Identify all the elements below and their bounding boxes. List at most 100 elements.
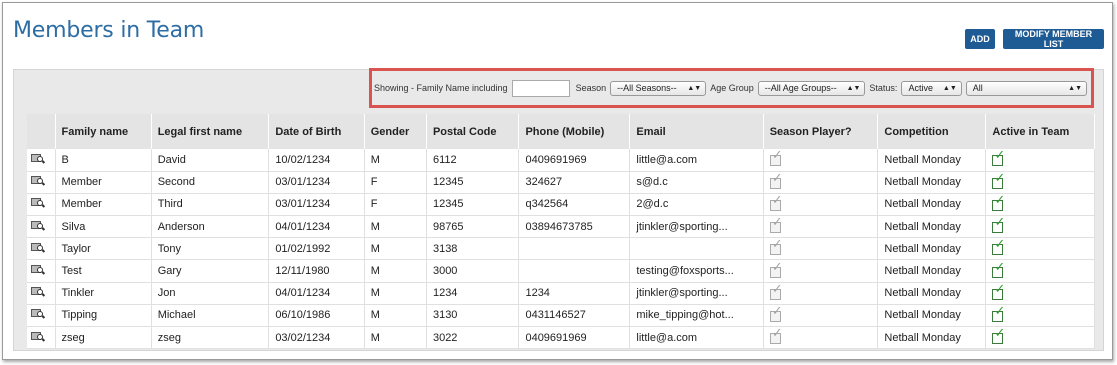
season-player-checkbox[interactable]: ✓ — [769, 216, 784, 234]
family-name-filter-label: Showing - Family Name including — [374, 83, 508, 93]
header-date-of-birth[interactable]: Date of Birth — [268, 114, 365, 149]
header-postal-code[interactable]: Postal Code — [426, 114, 520, 149]
season-player-checkbox[interactable]: ✓ — [769, 172, 784, 189]
cell-email: mike_tipping@hot... — [629, 304, 764, 328]
season-select[interactable]: --All Seasons-- ▲▼ — [610, 80, 707, 96]
cell-postal-code: 98765 — [426, 215, 520, 239]
family-name-input[interactable] — [511, 79, 570, 97]
season-player-checkbox[interactable]: ✓ — [769, 261, 784, 278]
header-season-player[interactable]: Season Player? — [763, 114, 879, 149]
season-select-value: --All Seasons-- — [617, 83, 677, 93]
cell-season-player: ✓ — [763, 326, 879, 350]
checkmark-icon: ✓ — [994, 149, 1006, 164]
select-arrows-icon: ▲▼ — [942, 84, 957, 92]
header-gender[interactable]: Gender — [364, 114, 427, 149]
season-player-checkbox[interactable]: ✓ — [769, 238, 784, 256]
header-view — [27, 114, 56, 149]
cell-email: jtinkler@sporting... — [629, 282, 764, 305]
active-in-team-checkbox[interactable]: ✓ — [992, 327, 1006, 345]
status-select[interactable]: Active ▲▼ — [901, 80, 962, 96]
members-panel: Showing - Family Name including Season -… — [13, 68, 1104, 351]
view-member-icon[interactable] — [31, 286, 46, 297]
cell-gender: M — [364, 237, 427, 261]
season-player-checkbox[interactable]: ✓ — [769, 327, 784, 345]
checkmark-icon: ✓ — [994, 171, 1006, 186]
season-player-checkbox[interactable]: ✓ — [769, 283, 784, 300]
header-phone-mobile[interactable]: Phone (Mobile) — [518, 114, 631, 149]
active-in-team-checkbox[interactable]: ✓ — [992, 261, 1006, 278]
cell-postal-code: 3138 — [426, 237, 520, 261]
active-in-team-checkbox[interactable]: ✓ — [992, 305, 1006, 322]
header-competition[interactable]: Competition — [877, 114, 987, 149]
cell-date-of-birth: 01/02/1992 — [268, 237, 365, 261]
age-group-select[interactable]: --All Age Groups-- ▲▼ — [757, 80, 866, 96]
table-row: Tinkler Jon 04/01/1234 M 1234 1234 jtinkler@sp… — [27, 282, 1095, 305]
cell-date-of-birth: 03/01/1234 — [268, 171, 365, 194]
cell-postal-code: 3022 — [426, 326, 520, 350]
table-row: Tipping Michael 06/10/1986 M 3130 0431146527 m… — [27, 304, 1095, 328]
header-legal-first-name[interactable]: Legal first name — [151, 114, 270, 149]
active-in-team-checkbox[interactable]: ✓ — [992, 238, 1006, 256]
cell-family-name: Member — [55, 171, 152, 194]
checkmark-icon: ✓ — [771, 215, 783, 231]
add-button[interactable]: ADD — [965, 29, 995, 49]
cell-email: little@a.com — [629, 326, 764, 350]
view-cell — [27, 304, 56, 328]
view-cell — [27, 326, 56, 350]
modify-member-list-button[interactable]: MODIFY MEMBER LIST — [1003, 29, 1104, 49]
season-player-checkbox[interactable]: ✓ — [769, 305, 784, 322]
table-row: B David 10/02/1234 M 6112 0409691969 little@a.… — [27, 149, 1095, 172]
type-select[interactable]: All ▲▼ — [965, 80, 1087, 96]
cell-phone: 0431146527 — [518, 304, 631, 328]
view-member-icon[interactable] — [31, 175, 46, 186]
cell-date-of-birth: 04/01/1234 — [268, 215, 365, 239]
cell-family-name: Tinkler — [55, 282, 152, 305]
cell-active-in-team: ✓ — [985, 237, 1095, 261]
cell-active-in-team: ✓ — [985, 171, 1095, 194]
active-in-team-checkbox[interactable]: ✓ — [992, 149, 1006, 167]
cell-postal-code: 12345 — [426, 171, 520, 194]
cell-phone — [518, 237, 631, 261]
checkmark-icon: ✓ — [994, 193, 1006, 208]
checkmark-icon: ✓ — [994, 237, 1006, 253]
checkmark-icon: ✓ — [771, 326, 783, 342]
active-in-team-checkbox[interactable]: ✓ — [992, 194, 1006, 211]
cell-active-in-team: ✓ — [985, 215, 1095, 239]
table-row: Taylor Tony 01/02/1992 M 3138 ✓ Netball Monday… — [27, 237, 1095, 261]
select-arrows-icon: ▲▼ — [1068, 84, 1082, 92]
table-row: Silva Anderson 04/01/1234 M 98765 03894673785… — [27, 215, 1095, 239]
header-family-name[interactable]: Family name — [55, 114, 152, 149]
view-member-icon[interactable] — [31, 197, 46, 208]
checkmark-icon: ✓ — [771, 237, 783, 253]
active-in-team-checkbox[interactable]: ✓ — [992, 172, 1006, 189]
header-active-in-team[interactable]: Active in Team — [985, 114, 1095, 149]
page-title: Members in Team — [13, 18, 205, 43]
cell-phone: 03894673785 — [518, 215, 631, 239]
table-row: zseg zseg 03/02/1234 M 3022 0409691969 little@… — [27, 326, 1095, 350]
active-in-team-checkbox[interactable]: ✓ — [992, 283, 1006, 300]
checkmark-icon: ✓ — [771, 193, 783, 208]
cell-competition: Netball Monday — [877, 237, 987, 261]
type-select-value: All — [972, 83, 983, 93]
cell-season-player: ✓ — [763, 171, 879, 194]
view-member-icon[interactable] — [31, 264, 46, 275]
checkmark-icon: ✓ — [771, 259, 783, 275]
cell-phone: 1234 — [518, 282, 631, 305]
season-player-checkbox[interactable]: ✓ — [769, 149, 784, 167]
season-player-checkbox[interactable]: ✓ — [769, 194, 784, 211]
cell-email: testing@foxsports... — [629, 259, 764, 283]
view-member-icon[interactable] — [31, 308, 46, 319]
cell-family-name: Member — [55, 193, 152, 217]
cell-first-name: Anderson — [151, 215, 270, 239]
view-member-icon[interactable] — [31, 220, 46, 231]
cell-competition: Netball Monday — [877, 215, 987, 239]
view-member-icon[interactable] — [31, 242, 46, 253]
view-member-icon[interactable] — [31, 331, 46, 342]
view-cell — [27, 171, 56, 194]
view-cell — [27, 193, 56, 217]
view-member-icon[interactable] — [31, 153, 46, 164]
table-row: Member Second 03/01/1234 F 12345 324627 s@d.c ✓… — [27, 171, 1095, 194]
active-in-team-checkbox[interactable]: ✓ — [992, 216, 1006, 234]
cell-first-name: Third — [151, 193, 270, 217]
header-email[interactable]: Email — [629, 114, 764, 149]
